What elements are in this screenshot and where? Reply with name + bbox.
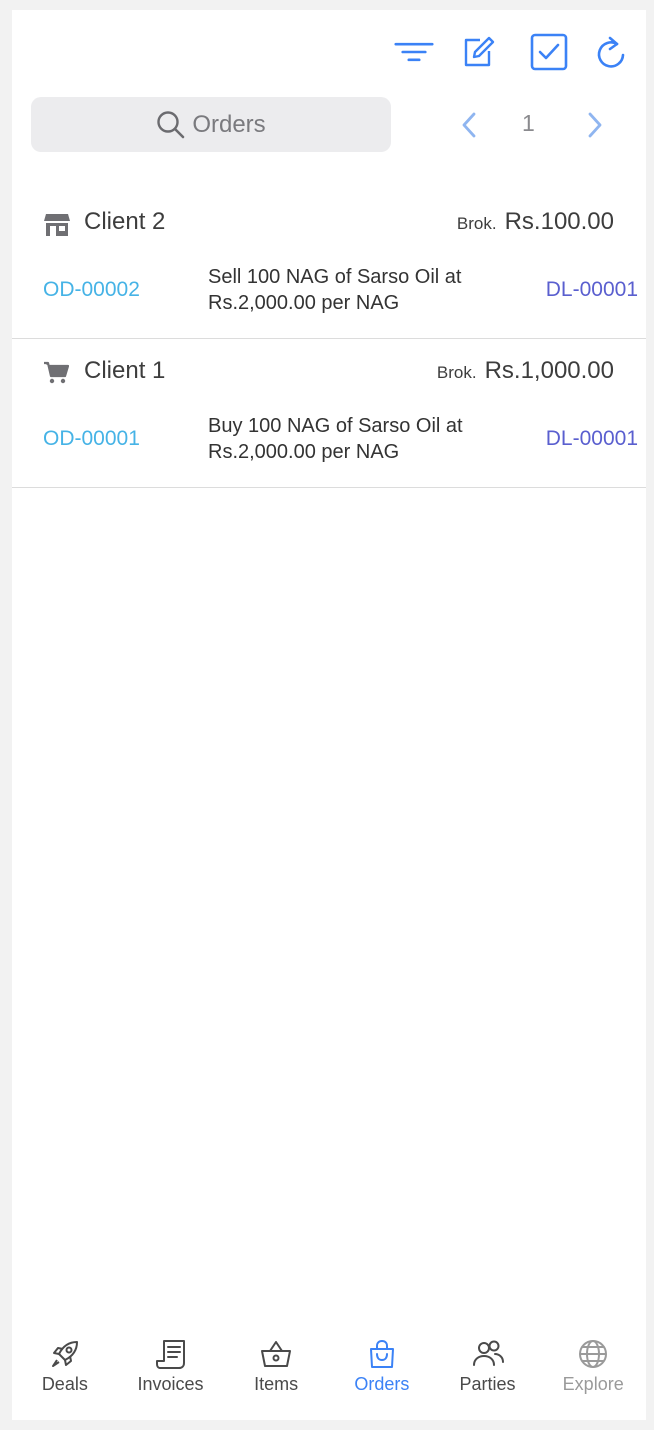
search-placeholder: Orders xyxy=(192,110,266,138)
filter-icon xyxy=(394,42,434,62)
brokerage-amount: Rs.100.00 xyxy=(504,208,614,235)
nav-item-items[interactable]: Items xyxy=(223,1332,329,1420)
nav-label: Explore xyxy=(562,1374,624,1394)
brokerage-amount: Rs.1,000.00 xyxy=(484,357,614,384)
brokerage-label: Brok. xyxy=(456,214,497,233)
nav-item-deals[interactable]: Deals xyxy=(12,1332,118,1420)
select-button[interactable] xyxy=(529,32,569,72)
page-number: 1 xyxy=(522,110,535,136)
nav-item-orders[interactable]: Orders xyxy=(329,1332,435,1420)
order-id-link[interactable]: OD-00001 xyxy=(43,427,140,451)
deal-id-link[interactable]: DL-00001 xyxy=(546,427,638,451)
search-icon xyxy=(157,110,185,138)
app-frame: Orders 1 Client 2 Brok. Rs.100.00 OD-000… xyxy=(12,10,646,1420)
list-item[interactable]: Client 2 Brok. Rs.100.00 OD-00002 Sell 1… xyxy=(12,190,646,339)
nav-label: Orders xyxy=(354,1374,410,1394)
pagination: 1 xyxy=(452,106,612,142)
basket-icon xyxy=(261,1341,292,1367)
chevron-right-icon[interactable] xyxy=(580,110,608,140)
orders-list: Client 2 Brok. Rs.100.00 OD-00002 Sell 1… xyxy=(12,190,646,488)
cart-icon xyxy=(44,361,69,384)
receipt-icon xyxy=(155,1340,185,1369)
checkbox-icon xyxy=(530,33,568,71)
brokerage: Brok. Rs.1,000.00 xyxy=(437,357,614,385)
store-icon xyxy=(44,214,70,236)
refresh-button[interactable] xyxy=(591,32,631,72)
nav-item-explore[interactable]: Explore xyxy=(540,1332,646,1420)
edit-button[interactable] xyxy=(458,32,498,72)
filter-button[interactable] xyxy=(394,32,434,72)
brokerage: Brok. Rs.100.00 xyxy=(457,208,614,236)
order-description: Sell 100 NAG of Sarso Oil at Rs.2,000.00… xyxy=(208,266,462,314)
globe-icon xyxy=(579,1340,608,1368)
nav-label: Invoices xyxy=(137,1374,204,1394)
deal-id-link[interactable]: DL-00001 xyxy=(546,278,638,302)
people-icon xyxy=(472,1340,504,1366)
order-id-link[interactable]: OD-00002 xyxy=(43,278,140,302)
chevron-left-icon[interactable] xyxy=(456,110,484,140)
client-name: Client 2 xyxy=(84,208,166,235)
list-item[interactable]: Client 1 Brok. Rs.1,000.00 OD-00001 Buy … xyxy=(12,339,646,488)
bag-icon xyxy=(369,1339,394,1368)
nav-item-parties[interactable]: Parties xyxy=(435,1332,541,1420)
nav-label: Deals xyxy=(41,1374,88,1394)
rocket-icon xyxy=(51,1341,78,1367)
nav-item-invoices[interactable]: Invoices xyxy=(118,1332,224,1420)
toolbar xyxy=(12,10,646,94)
search-bar[interactable]: Orders xyxy=(31,97,391,152)
refresh-icon xyxy=(597,36,625,68)
order-description: Buy 100 NAG of Sarso Oil at Rs.2,000.00 … xyxy=(208,415,463,463)
brokerage-label: Brok. xyxy=(436,363,477,382)
bottom-nav: Deals Invoices Items Orders Parties Expl… xyxy=(12,1332,646,1420)
client-name: Client 1 xyxy=(84,357,166,384)
nav-label: Parties xyxy=(459,1374,516,1394)
edit-icon xyxy=(464,36,495,67)
nav-label: Items xyxy=(254,1374,299,1394)
